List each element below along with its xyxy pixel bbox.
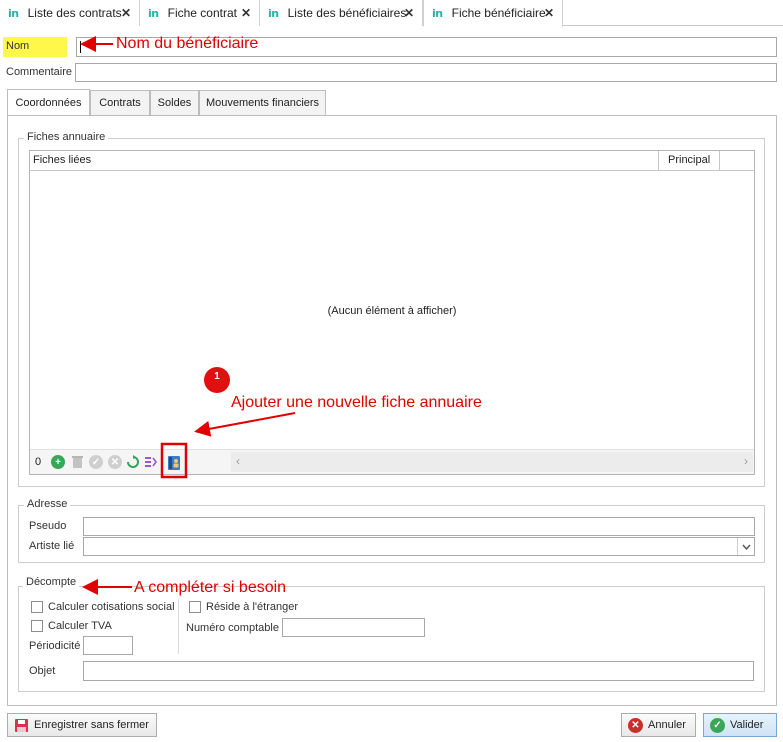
calculer-tva-checkbox[interactable]	[31, 620, 43, 632]
fiches-liees-grid: Fiches liées Principal (Aucun élément à …	[29, 150, 755, 475]
cancel-icon: ✕	[628, 717, 643, 733]
tab-mouvements-financiers[interactable]: Mouvements financiers	[199, 90, 326, 115]
save-button-label: Enregistrer sans fermer	[34, 719, 149, 731]
document-tab-bar: in Liste des contrats ✕ in Fiche contrat…	[0, 0, 783, 27]
tab-contrats[interactable]: Contrats	[90, 90, 150, 115]
artiste-lie-label: Artiste lié	[29, 540, 75, 552]
cancel-icon[interactable]: ✕	[108, 455, 122, 469]
valider-button[interactable]: ✓ Valider	[703, 713, 777, 737]
horizontal-scrollbar[interactable]: ‹ ›	[231, 452, 753, 472]
doc-tab-label: Liste des contrats	[27, 6, 122, 20]
close-icon[interactable]: ✕	[544, 6, 554, 20]
adresse-title: Adresse	[24, 498, 71, 510]
validate-button-label: Valider	[730, 719, 764, 731]
fiches-annuaire-title: Fiches annuaire	[24, 131, 109, 143]
column-header-principal[interactable]: Principal	[668, 154, 710, 166]
doc-tab-label: Liste des bénéficiaires	[287, 6, 407, 20]
close-icon[interactable]: ✕	[404, 6, 414, 20]
annotation-decompte: A compléter si besoin	[134, 579, 287, 596]
annotation-ajouter: Ajouter une nouvelle fiche annuaire	[231, 394, 482, 411]
tab-coordonnees[interactable]: Coordonnées	[7, 89, 90, 116]
in-logo-icon: in	[268, 6, 279, 20]
scroll-right-icon[interactable]: ›	[744, 454, 748, 468]
doc-tab-liste-contrats[interactable]: in Liste des contrats ✕	[0, 0, 140, 26]
doc-tab-fiche-beneficiaire[interactable]: in Fiche bénéficiaire ✕	[423, 0, 563, 27]
close-icon[interactable]: ✕	[241, 6, 251, 20]
periodicite-input[interactable]	[83, 636, 133, 655]
reside-etranger-label: Réside à l'étranger	[206, 601, 298, 613]
calculer-cotisations-label: Calculer cotisations social	[48, 601, 175, 613]
objet-input[interactable]	[83, 661, 754, 681]
grid-header: Fiches liées Principal	[30, 151, 754, 171]
row-count: 0	[35, 456, 42, 468]
link-fiche-icon[interactable]	[144, 455, 158, 469]
nom-label: Nom	[3, 37, 67, 57]
in-logo-icon: in	[148, 6, 159, 20]
artiste-lie-select[interactable]	[83, 537, 755, 556]
reside-etranger-checkbox[interactable]	[189, 601, 201, 613]
column-header-fiches-liees[interactable]: Fiches liées	[33, 154, 91, 166]
add-icon[interactable]: +	[51, 455, 65, 469]
trash-icon[interactable]	[70, 455, 84, 469]
pseudo-label: Pseudo	[29, 520, 67, 532]
calculer-cotisations-checkbox[interactable]	[31, 601, 43, 613]
doc-tab-label: Fiche contrat	[167, 6, 237, 20]
chevron-down-icon[interactable]	[737, 538, 754, 555]
close-icon[interactable]: ✕	[121, 6, 131, 20]
pseudo-input[interactable]	[83, 517, 755, 536]
commentaire-label: Commentaire	[6, 66, 73, 78]
cancel-button-label: Annuler	[648, 719, 686, 731]
column-divider	[658, 151, 659, 170]
tab-soldes[interactable]: Soldes	[150, 90, 199, 115]
grid-toolbar: 0 + ✓ ✕ ‹ ›	[30, 449, 754, 474]
text-cursor	[80, 41, 81, 53]
decompte-title: Décompte	[23, 576, 80, 588]
annuler-button[interactable]: ✕ Annuler	[621, 713, 696, 737]
empty-grid-message: (Aucun élément à afficher)	[327, 305, 457, 317]
numero-comptable-input[interactable]	[282, 618, 425, 637]
floppy-disk-icon	[15, 718, 28, 732]
new-fiche-annuaire-button[interactable]	[165, 454, 182, 471]
doc-tab-label: Fiche bénéficiaire	[451, 6, 546, 20]
doc-tab-liste-beneficiaires[interactable]: in Liste des bénéficiaires ✕	[260, 0, 423, 26]
objet-label: Objet	[29, 665, 56, 677]
in-logo-icon: in	[8, 6, 19, 20]
enregistrer-sans-fermer-button[interactable]: Enregistrer sans fermer	[7, 713, 157, 737]
check-icon[interactable]: ✓	[89, 455, 103, 469]
periodicite-label: Périodicité	[29, 640, 81, 652]
in-logo-icon: in	[432, 6, 443, 20]
doc-tab-fiche-contrat[interactable]: in Fiche contrat ✕	[140, 0, 260, 26]
check-icon: ✓	[710, 717, 725, 733]
annotation-badge-number: 1	[214, 371, 220, 382]
commentaire-input[interactable]	[75, 63, 777, 82]
column-divider	[719, 151, 720, 170]
column-separator	[178, 600, 179, 654]
calculer-tva-label: Calculer TVA	[48, 620, 112, 632]
refresh-icon[interactable]	[126, 455, 140, 469]
numero-comptable-label: Numéro comptable	[186, 622, 279, 634]
annotation-nom: Nom du bénéficiaire	[116, 35, 259, 52]
scroll-left-icon[interactable]: ‹	[236, 454, 240, 468]
